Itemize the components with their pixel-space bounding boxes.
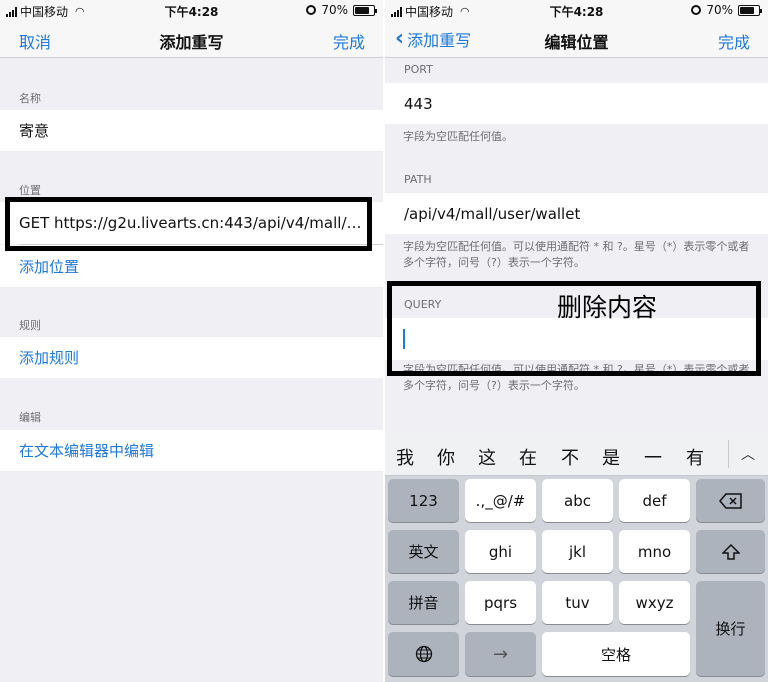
shift-key[interactable] (696, 530, 765, 573)
key-123[interactable]: 123 (388, 479, 459, 522)
nav-bar: ‹ 添加重写 编辑位置 完成 (385, 20, 768, 58)
backspace-key[interactable] (696, 479, 765, 522)
section-header-name: 名称 (19, 92, 41, 105)
port-field[interactable]: 443 (385, 83, 768, 124)
add-rule-button[interactable]: 添加规则 (0, 337, 383, 378)
back-button[interactable]: ‹ 添加重写 (395, 27, 471, 51)
expand-candidates-icon[interactable]: ︿ (741, 444, 755, 464)
orientation-lock-icon (306, 5, 317, 15)
candidate-item[interactable]: 这 (478, 444, 496, 470)
back-label: 添加重写 (407, 31, 472, 50)
battery-percent: 70% (706, 3, 733, 17)
key-tuv[interactable]: tuv (542, 581, 613, 624)
key-english[interactable]: 英文 (388, 530, 459, 573)
arrow-right-icon: → (492, 643, 509, 665)
key-abc[interactable]: abc (542, 479, 613, 522)
key-pqrs[interactable]: pqrs (465, 581, 536, 624)
section-header-rules: 规则 (19, 319, 41, 332)
key-wxyz[interactable]: wxyz (619, 581, 690, 624)
shift-icon (721, 543, 740, 560)
done-button[interactable]: 完成 (333, 29, 365, 53)
chevron-left-icon: ‹ (395, 26, 405, 51)
add-location-button[interactable]: 添加位置 (0, 245, 383, 287)
edit-in-text-editor-button[interactable]: 在文本编辑器中编辑 (0, 430, 383, 471)
section-header-edit: 编辑 (19, 411, 41, 424)
arrow-key[interactable]: → (465, 632, 536, 676)
battery-icon (738, 4, 762, 16)
key-jkl[interactable]: jkl (542, 530, 613, 573)
section-header-port: PORT (404, 63, 433, 76)
globe-key[interactable] (388, 632, 459, 676)
keyboard: 我 你 这 在 不 是 一 有 ︿ 123 .,_@/# abc def 英文 … (385, 432, 768, 682)
candidate-bar: 我 你 这 在 不 是 一 有 ︿ (385, 432, 768, 476)
done-button[interactable]: 完成 (718, 29, 750, 53)
key-punctuation[interactable]: .,_@/# (465, 479, 536, 522)
port-hint: 字段为空匹配任何值。 (403, 130, 513, 143)
battery-percent: 70% (321, 3, 348, 17)
orientation-lock-icon (691, 5, 702, 15)
key-pinyin[interactable]: 拼音 (388, 581, 459, 624)
candidate-item[interactable]: 不 (561, 444, 579, 470)
key-ghi[interactable]: ghi (465, 530, 536, 573)
page-title: 添加重写 (159, 33, 224, 52)
candidate-item[interactable]: 有 (686, 444, 704, 470)
candidate-item[interactable]: 我 (396, 444, 414, 470)
annotation-box (5, 197, 372, 251)
status-bar: 中国移动 ◠ 下午4:28 70% (385, 0, 768, 20)
backspace-icon (718, 492, 742, 509)
enter-key[interactable]: 换行 (696, 581, 765, 676)
candidate-item[interactable]: 一 (644, 444, 662, 470)
left-screen: 中国移动 ◠ 下午4:28 70% 取消 添加重写 完成 名称 寄意 位置 GE… (0, 0, 383, 682)
battery-icon (353, 4, 377, 16)
section-header-path: PATH (404, 173, 432, 186)
nav-bar: 取消 添加重写 完成 (0, 20, 383, 58)
candidate-item[interactable]: 你 (437, 444, 455, 470)
candidate-divider (728, 440, 729, 468)
annotation-label: 删除内容 (557, 293, 658, 322)
name-field[interactable]: 寄意 (0, 110, 383, 151)
candidate-item[interactable]: 在 (519, 444, 537, 470)
right-screen: 中国移动 ◠ 下午4:28 70% ‹ 添加重写 编辑位置 完成 PORT 44… (385, 0, 768, 682)
status-bar: 中国移动 ◠ 下午4:28 70% (0, 0, 383, 20)
path-field[interactable]: /api/v4/mall/user/wallet (385, 193, 768, 234)
key-mno[interactable]: mno (619, 530, 690, 573)
space-key[interactable]: 空格 (542, 632, 690, 676)
section-header-location: 位置 (19, 184, 41, 197)
cancel-button[interactable]: 取消 (19, 29, 51, 53)
candidate-item[interactable]: 是 (602, 444, 620, 470)
path-hint: 字段为空匹配任何值。可以使用通配符 * 和 ?。星号（*）表示零个或者多个字符，… (403, 240, 750, 269)
globe-icon (415, 645, 432, 663)
key-def[interactable]: def (619, 479, 690, 522)
